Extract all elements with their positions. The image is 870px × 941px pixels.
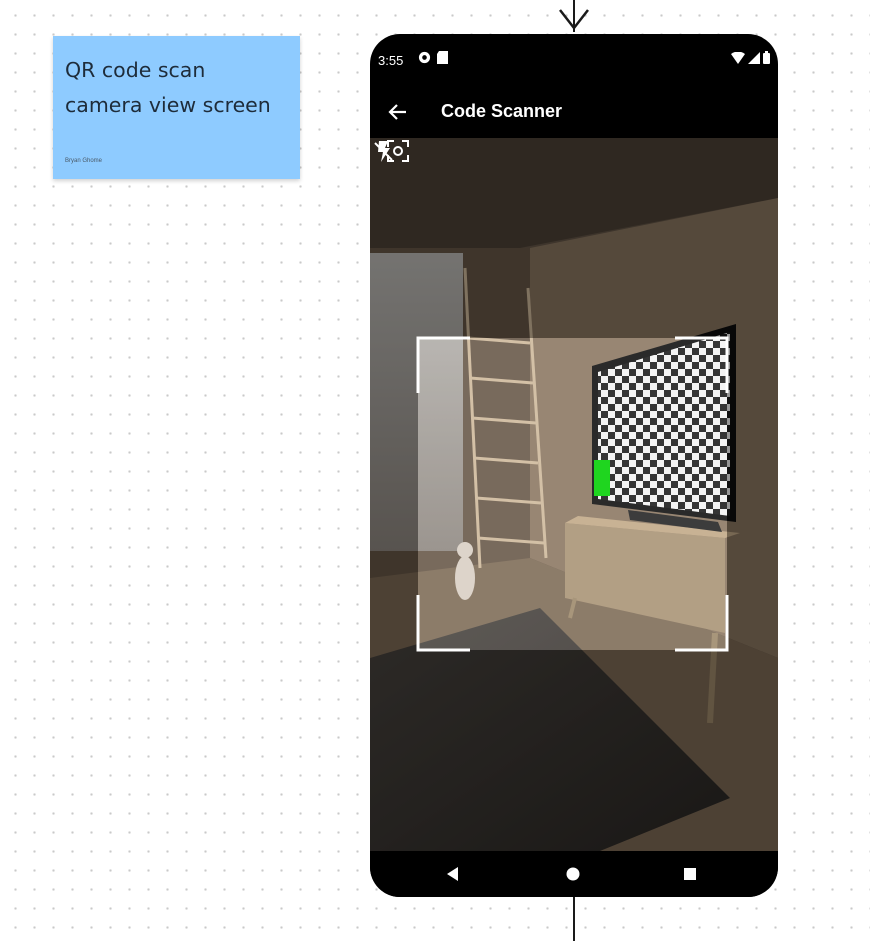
flow-connector-out: [573, 897, 575, 941]
arrow-down-icon: [559, 9, 589, 31]
sticky-note-author: Bryan Ghome: [65, 158, 103, 164]
sim-card-icon: [437, 51, 448, 64]
arrow-back-icon[interactable]: [386, 100, 410, 124]
flash-off-icon[interactable]: [370, 138, 396, 164]
settings-icon: [418, 51, 431, 64]
page-title: Code Scanner: [441, 101, 563, 121]
app-bar: Code Scanner: [370, 86, 778, 138]
back-triangle-icon[interactable]: [440, 861, 466, 887]
home-circle-icon[interactable]: [560, 861, 586, 887]
status-time: 3:55: [378, 53, 404, 68]
sticky-note[interactable]: QR code scan camera view screen Bryan Gh…: [53, 36, 300, 179]
cellular-signal-icon: [748, 51, 760, 64]
sticky-note-title: QR code scan camera view screen: [65, 58, 271, 117]
wifi-icon: [731, 51, 745, 64]
battery-icon: [763, 51, 770, 64]
status-bar: 3:55: [370, 34, 778, 84]
system-nav-bar: [370, 851, 778, 897]
recents-square-icon[interactable]: [677, 861, 703, 887]
phone-frame: 3:55 Code Scanner: [370, 34, 778, 897]
camera-scene: [370, 138, 778, 851]
camera-preview[interactable]: [370, 138, 778, 851]
